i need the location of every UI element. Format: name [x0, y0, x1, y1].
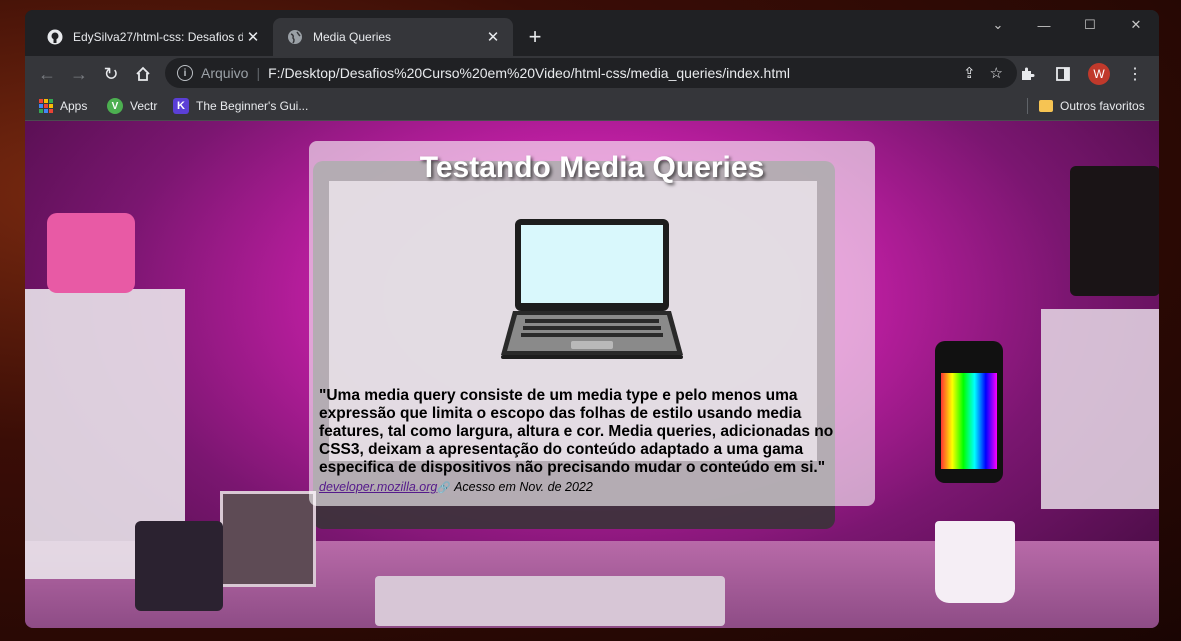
- bookmark-label: The Beginner's Gui...: [196, 99, 309, 113]
- back-arrow-icon[interactable]: ←: [33, 60, 61, 88]
- browser-window: EdySilva27/html-css: Desafios do ✕ Media…: [25, 10, 1159, 628]
- quote-text: "Uma media query consiste de um media ty…: [319, 387, 834, 476]
- other-bookmarks[interactable]: Outros favoritos: [1039, 96, 1145, 116]
- page-title: Testando Media Queries: [419, 151, 765, 184]
- bookmark-label: Vectr: [130, 99, 158, 113]
- profile-button[interactable]: W: [1085, 60, 1113, 88]
- github-icon: [47, 29, 63, 45]
- bookmarks-bar: Apps V Vectr K The Beginner's Gui... Out…: [25, 92, 1159, 121]
- background-candle: [135, 521, 223, 611]
- bookmark-label: Apps: [60, 99, 88, 113]
- forward-arrow-icon[interactable]: →: [65, 60, 93, 88]
- url-text[interactable]: F:/Desktop/Desafios%20Curso%20em%20Video…: [268, 65, 963, 81]
- close-icon[interactable]: ✕: [243, 27, 263, 47]
- globe-icon: [287, 29, 303, 45]
- avatar: W: [1088, 63, 1110, 85]
- background-camera: [47, 213, 135, 293]
- info-icon[interactable]: i: [177, 65, 193, 81]
- laptop-icon: [499, 215, 685, 361]
- tab-strip: EdySilva27/html-css: Desafios do ✕ Media…: [25, 10, 1159, 56]
- background-keyboard: [375, 576, 725, 626]
- background-speaker: [1070, 166, 1159, 296]
- vectr-icon: V: [107, 98, 123, 114]
- extensions-icon[interactable]: [1013, 60, 1041, 88]
- close-icon[interactable]: ✕: [483, 27, 503, 47]
- address-bar[interactable]: i Arquivo | F:/Desktop/Desafios%20Curso%…: [165, 58, 1017, 88]
- bookmark-label: Outros favoritos: [1060, 99, 1145, 113]
- new-tab-button[interactable]: +: [523, 24, 547, 49]
- window-controls: ⌄ — ☐ ✕: [975, 10, 1159, 40]
- tab-media-queries[interactable]: Media Queries ✕: [273, 18, 513, 56]
- bookmark-apps[interactable]: Apps: [39, 96, 87, 116]
- page-viewport: Testando Media Queries "Uma media query …: [25, 121, 1159, 628]
- chevron-down-icon[interactable]: ⌄: [975, 10, 1021, 40]
- reload-icon[interactable]: ↻: [97, 60, 125, 88]
- star-icon[interactable]: ☆: [990, 64, 1003, 82]
- share-icon[interactable]: ⇪: [963, 64, 976, 82]
- side-panel-icon[interactable]: [1049, 60, 1077, 88]
- content-card: Testando Media Queries "Uma media query …: [309, 141, 875, 506]
- k-icon: K: [173, 98, 189, 114]
- source-link[interactable]: developer.mozilla.org: [319, 480, 437, 494]
- bookmarks-divider: [1027, 98, 1028, 114]
- menu-icon[interactable]: ⋮: [1121, 60, 1149, 88]
- background-phone-screen: [941, 373, 997, 469]
- background-box: [1041, 309, 1159, 509]
- bookmark-beginners-guide[interactable]: K The Beginner's Gui...: [173, 96, 308, 116]
- tab-github[interactable]: EdySilva27/html-css: Desafios do ✕: [33, 18, 273, 56]
- omnibox-divider: |: [256, 65, 261, 81]
- apps-grid-icon: [39, 99, 53, 113]
- external-link-icon: 🔗: [437, 482, 452, 494]
- folder-icon: [1039, 100, 1053, 112]
- background-photo-frame: [220, 491, 316, 587]
- close-window-button[interactable]: ✕: [1113, 10, 1159, 40]
- tab-title: EdySilva27/html-css: Desafios do: [73, 30, 243, 44]
- maximize-button[interactable]: ☐: [1067, 10, 1113, 40]
- scheme-label: Arquivo: [201, 65, 249, 81]
- minimize-button[interactable]: —: [1021, 10, 1067, 40]
- source-line: developer.mozilla.org🔗 Acesso em Nov. de…: [319, 480, 593, 494]
- bookmark-vectr[interactable]: V Vectr: [107, 96, 157, 116]
- home-icon[interactable]: [129, 60, 157, 88]
- toolbar: ← → ↻ i Arquivo | F:/Desktop/Desafios%20…: [25, 56, 1159, 92]
- tab-title: Media Queries: [313, 30, 392, 44]
- source-note: Acesso em Nov. de 2022: [451, 480, 593, 494]
- background-mug: [935, 521, 1015, 603]
